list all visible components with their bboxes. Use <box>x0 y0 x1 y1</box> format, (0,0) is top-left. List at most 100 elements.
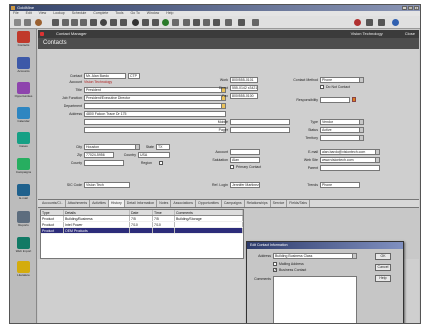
job-function-field[interactable]: President/Executive Director <box>84 95 226 101</box>
ref-login-field[interactable]: Jennifer Martinez <box>230 182 260 188</box>
mobile-field[interactable] <box>230 119 290 125</box>
state-field[interactable]: TX <box>156 144 170 150</box>
stop-icon[interactable] <box>354 19 361 26</box>
dropdown-arrow-icon[interactable] <box>359 128 363 132</box>
sidebar-item-campaigns[interactable]: Campaigns <box>13 158 34 180</box>
contact-method-field[interactable]: Phone <box>320 77 364 83</box>
mailing-address-checkbox[interactable] <box>273 262 277 266</box>
salutation-field[interactable]: Alan <box>230 157 260 163</box>
email-toolbar-icon[interactable] <box>120 19 127 26</box>
note-icon[interactable] <box>193 19 200 26</box>
dropdown-arrow-icon[interactable] <box>375 150 379 154</box>
pager-field[interactable] <box>230 127 290 133</box>
window-icon[interactable] <box>378 19 385 26</box>
region-checkbox[interactable] <box>159 161 163 165</box>
contact-suffix-field[interactable]: CTP <box>128 73 140 79</box>
back-icon[interactable] <box>132 19 139 26</box>
sync-icon[interactable] <box>252 19 259 26</box>
refresh-icon[interactable] <box>162 19 169 26</box>
dropdown-arrow-icon[interactable] <box>359 120 363 124</box>
table-row-selected[interactable]: Product OEM Products <box>41 228 243 234</box>
title-field[interactable]: President <box>84 87 226 93</box>
primary-contact-checkbox[interactable] <box>230 165 234 169</box>
forward-icon[interactable] <box>142 19 149 26</box>
find-icon[interactable] <box>90 19 97 26</box>
tab-campaigns[interactable]: Campaigns <box>222 200 245 207</box>
tab-activities[interactable]: Activities <box>90 200 109 207</box>
copy-icon[interactable] <box>71 19 78 26</box>
type-field[interactable]: Vendor <box>320 119 364 125</box>
tab-associations[interactable]: Associations <box>171 200 197 207</box>
parent-field[interactable] <box>320 165 380 171</box>
dialog-field-input[interactable]: Building Business Class <box>273 253 357 259</box>
zip-field[interactable]: 77024-5956 <box>84 152 114 158</box>
attach-icon[interactable] <box>203 19 210 26</box>
sidebar-item-contacts[interactable]: Contacts <box>13 31 34 53</box>
email-field[interactable]: alan.bardo@visiontech.com <box>320 149 380 155</box>
tab-fields[interactable]: Fields/Tabs <box>287 200 310 207</box>
status-field[interactable]: Active <box>320 127 364 133</box>
account-value[interactable]: Vision Technology <box>84 79 124 85</box>
acct-field[interactable] <box>230 149 260 155</box>
first-record-icon[interactable] <box>152 19 159 26</box>
fax-field[interactable]: 800/555-0100 <box>230 93 258 99</box>
tab-accounts[interactable]: Accounts/Cl.. <box>40 200 66 207</box>
open-icon[interactable] <box>24 19 31 26</box>
tab-opportunities[interactable]: Opportunities <box>196 200 222 207</box>
sidebar-item-web-import[interactable]: Web Import <box>13 237 34 259</box>
ok-button[interactable]: OK <box>375 253 391 260</box>
phone-icon[interactable] <box>100 19 107 26</box>
help-icon[interactable] <box>392 19 399 26</box>
print-icon[interactable] <box>52 19 59 26</box>
close-window-button[interactable]: × <box>414 6 419 10</box>
schedule-icon[interactable] <box>110 19 117 26</box>
sidebar-item-opportunities[interactable]: Opportunities <box>13 82 34 104</box>
do-not-contact-checkbox[interactable] <box>320 85 324 89</box>
paste-icon[interactable] <box>80 19 87 26</box>
cancel-button[interactable]: Cancel <box>375 264 391 271</box>
column-header[interactable]: Details <box>64 210 130 215</box>
tab-notes[interactable]: Notes <box>157 200 172 207</box>
direct-phone-field[interactable]: 555-0142 x3421 <box>230 85 258 91</box>
help-button[interactable]: Help <box>375 275 391 282</box>
sic-code-field[interactable]: Vision Tech <box>84 182 130 188</box>
responsibility-lookup-button[interactable] <box>352 97 356 102</box>
work-phone-field[interactable]: 800/555-0101 <box>230 77 258 83</box>
options-icon[interactable] <box>225 19 232 26</box>
business-contact-checkbox[interactable]: ✓ <box>273 268 277 272</box>
tab-history[interactable]: History <box>108 200 125 207</box>
tools-icon[interactable] <box>238 19 245 26</box>
column-header[interactable]: Date <box>130 210 153 215</box>
dropdown-arrow-icon[interactable] <box>375 158 379 162</box>
column-header[interactable]: Time <box>153 210 175 215</box>
comments-textarea[interactable] <box>273 276 357 323</box>
sidebar-item-cases[interactable]: Cases <box>13 132 34 154</box>
web-site-field[interactable]: www.visiontech.com <box>320 157 380 163</box>
dropdown-arrow-icon[interactable] <box>352 254 356 258</box>
sidebar-item-accounts[interactable]: Accounts <box>13 57 34 79</box>
country-field[interactable]: USA <box>138 152 170 158</box>
sidebar-item-calendar[interactable]: Calendar <box>13 107 34 129</box>
maximize-button[interactable]: □ <box>408 6 413 10</box>
dropdown-arrow-icon[interactable] <box>359 78 363 82</box>
save-icon[interactable] <box>35 19 42 26</box>
tab-relationships[interactable]: Relationships <box>245 200 271 207</box>
close-module-button[interactable]: Close <box>405 30 415 38</box>
tab-detail-information[interactable]: Detail Information <box>125 200 158 207</box>
dropdown-arrow-icon[interactable] <box>359 136 363 140</box>
city-field[interactable]: Houston <box>84 144 140 150</box>
new-record-icon[interactable] <box>14 19 21 26</box>
sidebar-item-reports[interactable]: Reports <box>13 211 34 233</box>
sidebar-item-literature[interactable]: Literature <box>13 261 34 283</box>
trends-field[interactable]: Phone <box>320 182 360 188</box>
responsibility-field[interactable] <box>320 97 350 103</box>
minimize-button[interactable]: _ <box>402 6 407 10</box>
dropdown-arrow-icon[interactable] <box>221 104 225 108</box>
department-field[interactable] <box>84 103 226 109</box>
column-header[interactable]: Type <box>41 210 64 215</box>
filter-icon[interactable] <box>172 19 179 26</box>
cut-icon[interactable] <box>62 19 69 26</box>
sidebar-item-email[interactable]: E-mail <box>13 184 34 206</box>
column-header[interactable]: Comments <box>175 210 243 215</box>
county-field[interactable] <box>84 160 124 166</box>
